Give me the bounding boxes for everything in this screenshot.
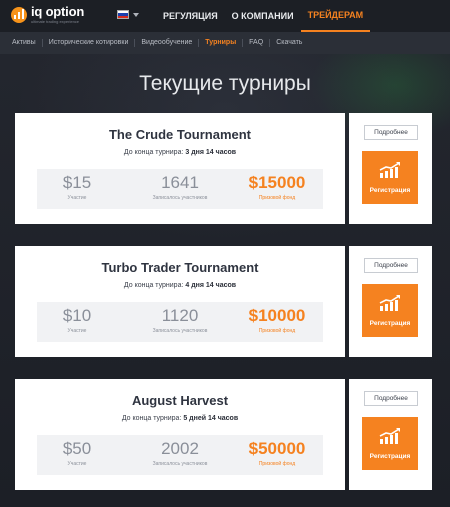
tournament-stats: $50 Участие 2002 Записалось участников $… [37, 435, 323, 475]
subnav-assets[interactable]: Активы [6, 39, 43, 47]
tournament-actions: Подробнее Регистрация [349, 113, 432, 224]
prize-fund-label: Призовой фонд [258, 461, 296, 467]
prize-fund-value: $15000 [248, 173, 306, 192]
time-left-value: 4 дня 14 часов [185, 282, 237, 289]
subnav-download[interactable]: Скачать [270, 39, 308, 47]
tournament-actions: Подробнее Регистрация [349, 379, 432, 490]
growth-chart-icon [379, 162, 400, 178]
prize-fund-label: Призовой фонд [258, 195, 296, 201]
participants-stat: 1120 Записалось участников [140, 305, 220, 335]
tournament-time-left: До конца турнира: 4 дня 14 часов [15, 282, 345, 289]
entry-fee-value: $50 [62, 439, 92, 458]
tournament-card: The Crude Tournament До конца турнира: 3… [15, 113, 345, 224]
entry-fee-label: Участие [67, 328, 87, 334]
register-label: Регистрация [369, 187, 411, 194]
logo-bars-icon [11, 7, 27, 23]
tournament-stats: $15 Участие 1641 Записалось участников $… [37, 169, 323, 209]
logo-text: iq option [31, 4, 85, 19]
subnav-faq[interactable]: FAQ [243, 39, 271, 47]
participants-label: Записалось участников [152, 328, 208, 334]
nav-about-company[interactable]: О КОМПАНИИ [225, 0, 301, 32]
nav-traders[interactable]: ТРЕЙДЕРАМ [300, 0, 371, 32]
tournament-actions: Подробнее Регистрация [349, 246, 432, 357]
entry-fee-stat: $15 Участие [47, 172, 107, 202]
entry-fee-stat: $10 Участие [47, 305, 107, 335]
prize-fund-stat: $50000 Призовой фонд [237, 438, 317, 468]
details-button[interactable]: Подробнее [364, 258, 418, 273]
participants-value: 1120 [161, 306, 199, 325]
prize-fund-label: Призовой фонд [258, 328, 296, 334]
sub-nav: Активы Исторические котировки Видеообуче… [0, 32, 450, 54]
subnav-tournaments[interactable]: Турниры [199, 39, 244, 47]
entry-fee-value: $10 [62, 306, 92, 325]
growth-chart-icon [379, 428, 400, 444]
time-left-label: До конца турнира: [123, 149, 184, 156]
tournament-time-left: До конца турнира: 3 дня 14 часов [15, 149, 345, 156]
tournament-stats: $10 Участие 1120 Записалось участников $… [37, 302, 323, 342]
participants-label: Записалось участников [152, 195, 208, 201]
tournament-time-left: До конца турнира: 5 дней 14 часов [15, 415, 345, 422]
subnav-video-training[interactable]: Видеообучение [135, 39, 200, 47]
register-button[interactable]: Регистрация [362, 284, 418, 337]
tournament-name: Turbo Trader Tournament [101, 260, 259, 275]
entry-fee-stat: $50 Участие [47, 438, 107, 468]
page-title: Текущие турниры [139, 72, 311, 95]
participants-stat: 2002 Записалось участников [140, 438, 220, 468]
growth-chart-icon [379, 295, 400, 311]
subnav-historical-quotes[interactable]: Исторические котировки [43, 39, 136, 47]
nav-regulation[interactable]: РЕГУЛЯЦИЯ [156, 0, 225, 32]
register-label: Регистрация [369, 453, 411, 460]
prize-fund-value: $10000 [248, 306, 306, 325]
prize-fund-stat: $10000 Призовой фонд [237, 305, 317, 335]
participants-value: 2002 [161, 439, 199, 458]
prize-fund-stat: $15000 Призовой фонд [237, 172, 317, 202]
tournament-name: The Crude Tournament [108, 127, 252, 142]
russian-flag-icon[interactable] [117, 10, 129, 19]
top-header: iq option ultimate trading experience РЕ… [0, 0, 450, 32]
main-nav: РЕГУЛЯЦИЯ О КОМПАНИИ ТРЕЙДЕРАМ [156, 0, 371, 32]
prize-fund-value: $50000 [248, 439, 306, 458]
flag-stripe-red [118, 15, 128, 18]
entry-fee-label: Участие [67, 195, 87, 201]
register-button[interactable]: Регистрация [362, 417, 418, 470]
register-label: Регистрация [369, 320, 411, 327]
tournament-card: August Harvest До конца турнира: 5 дней … [15, 379, 345, 490]
participants-value: 1641 [161, 173, 199, 192]
details-button[interactable]: Подробнее [364, 125, 418, 140]
time-left-label: До конца турнира: [121, 415, 182, 422]
participants-label: Записалось участников [152, 461, 208, 467]
iq-option-logo[interactable]: iq option ultimate trading experience [11, 5, 101, 27]
register-button[interactable]: Регистрация [362, 151, 418, 204]
entry-fee-label: Участие [67, 461, 87, 467]
participants-stat: 1641 Записалось участников [140, 172, 220, 202]
time-left-value: 3 дня 14 часов [185, 149, 237, 156]
chevron-down-icon[interactable] [133, 13, 139, 17]
entry-fee-value: $15 [62, 173, 92, 192]
logo-tagline: ultimate trading experience [31, 19, 80, 24]
tournament-name: August Harvest [131, 393, 229, 408]
tournament-card: Turbo Trader Tournament До конца турнира… [15, 246, 345, 357]
time-left-label: До конца турнира: [123, 282, 184, 289]
time-left-value: 5 дней 14 часов [183, 415, 239, 422]
details-button[interactable]: Подробнее [364, 391, 418, 406]
